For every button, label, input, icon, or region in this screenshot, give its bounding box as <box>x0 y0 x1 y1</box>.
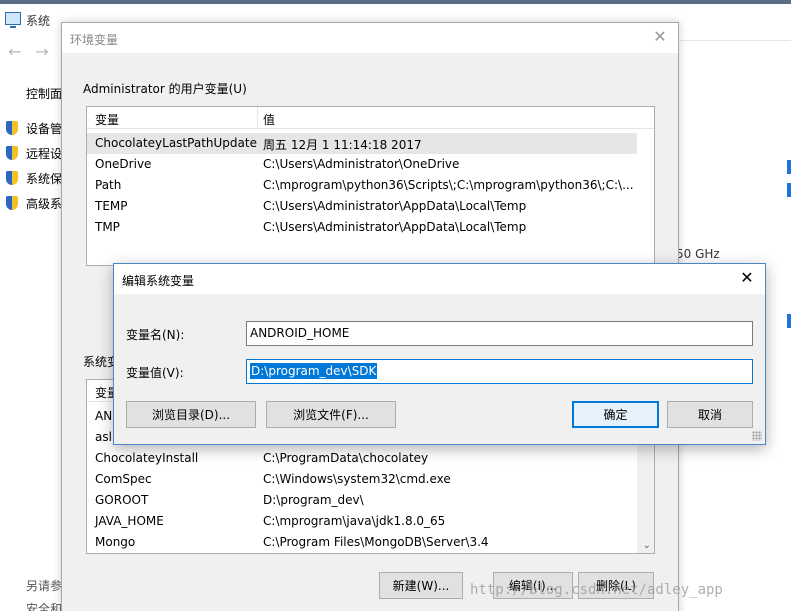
table-row[interactable]: ComSpec C:\Windows\system32\cmd.exe <box>87 469 654 490</box>
var-value: C:\Users\Administrator\AppData\Local\Tem… <box>263 199 527 213</box>
var-value: C:\mprogram\python36\Scripts\;C:\mprogra… <box>263 178 634 192</box>
var-name: GOROOT <box>95 493 149 507</box>
forward-arrow-icon[interactable]: → <box>35 42 62 61</box>
see-also-heading: 另请参 <box>26 579 63 593</box>
sidebar-item-label: 高级系 <box>26 196 63 211</box>
var-name: ChocolateyInstall <box>95 451 199 465</box>
scroll-down-icon[interactable]: ⌄ <box>643 540 651 551</box>
list-header: 变量 值 <box>87 107 654 129</box>
table-row[interactable]: OneDrive C:\Users\Administrator\OneDrive <box>87 154 654 175</box>
accent-bar <box>787 183 791 197</box>
close-icon[interactable]: ✕ <box>650 27 670 46</box>
var-value: C:\Program Files\MongoDB\Server\3.4 <box>263 535 489 549</box>
sidebar-item-advanced-settings[interactable]: 高级系 <box>4 193 62 213</box>
resize-grip-icon[interactable] <box>752 431 762 441</box>
sidebar-item-label: 系统保 <box>26 171 63 186</box>
edit-dialog-title: 编辑系统变量 <box>122 274 195 288</box>
table-row[interactable]: JAVA_HOME C:\mprogram\java\jdk1.8.0_65 <box>87 511 654 532</box>
var-name: Mongo <box>95 535 136 549</box>
ok-button[interactable]: 确定 <box>572 401 659 428</box>
control-panel-link[interactable]: 控制面 <box>26 85 62 102</box>
sidebar-item-device-manager[interactable]: 设备管 <box>4 118 62 138</box>
browse-directory-button[interactable]: 浏览目录(D)... <box>126 401 256 428</box>
var-name: ComSpec <box>95 472 152 486</box>
var-name: asl <box>95 430 112 444</box>
accent-bar <box>787 160 791 174</box>
shield-icon <box>4 145 20 161</box>
cpu-speed-text: 50 GHz <box>676 247 720 261</box>
var-value: D:\program_dev\ <box>263 493 364 507</box>
variable-name-value: ANDROID_HOME <box>250 326 350 340</box>
accent-bar <box>787 314 791 328</box>
column-divider[interactable] <box>257 107 258 129</box>
var-value: C:\Windows\system32\cmd.exe <box>263 472 451 486</box>
cancel-button[interactable]: 取消 <box>667 401 753 428</box>
var-value: C:\Users\Administrator\AppData\Local\Tem… <box>263 220 527 234</box>
sidebar-item-label: 设备管 <box>26 121 63 136</box>
table-row[interactable]: TEMP C:\Users\Administrator\AppData\Loca… <box>87 196 654 217</box>
sidebar-item-system-protection[interactable]: 系统保 <box>4 168 62 188</box>
edit-system-variable-dialog: 编辑系统变量 ✕ 变量名(N): ANDROID_HOME 变量值(V): D:… <box>113 263 766 445</box>
computer-icon <box>5 12 21 28</box>
var-value: C:\ProgramData\chocolatey <box>263 451 429 465</box>
table-row[interactable]: ChocolateyLastPathUpdate 周五 12月 1 11:14:… <box>87 133 637 154</box>
address-bar-divider <box>678 40 791 41</box>
column-header-value[interactable]: 值 <box>263 111 275 128</box>
back-arrow-icon[interactable]: ← <box>8 42 35 61</box>
new-button[interactable]: 新建(W)... <box>379 572 463 599</box>
browse-file-button[interactable]: 浏览文件(F)... <box>266 401 396 428</box>
var-name: TEMP <box>95 199 128 213</box>
var-name: OneDrive <box>95 157 152 171</box>
variable-name-label: 变量名(N): <box>126 328 185 342</box>
table-row[interactable]: Path C:\mprogram\python36\Scripts\;C:\mp… <box>87 175 654 196</box>
system-title: 系统 <box>26 14 51 28</box>
sidebar-item-label: 远程设 <box>26 146 63 161</box>
column-header-variable[interactable]: 变量 <box>95 111 119 128</box>
shield-icon <box>4 170 20 186</box>
var-value: C:\Users\Administrator\OneDrive <box>263 157 460 171</box>
var-name: Path <box>95 178 122 192</box>
var-name: JAVA_HOME <box>95 514 164 528</box>
user-variables-label: Administrator 的用户变量(U) <box>83 82 247 96</box>
shield-icon <box>4 120 20 136</box>
env-titlebar: 环境变量 ✕ <box>62 23 678 53</box>
nav-arrows[interactable]: ←→ <box>8 42 63 61</box>
variable-name-field[interactable]: ANDROID_HOME <box>246 321 753 346</box>
security-link[interactable]: 安全和 <box>26 600 62 611</box>
close-icon[interactable]: ✕ <box>737 268 757 287</box>
table-row[interactable]: Mongo C:\Program Files\MongoDB\Server\3.… <box>87 532 654 553</box>
env-dialog-title: 环境变量 <box>70 33 119 47</box>
variable-value-field[interactable]: D:\program_dev\SDK <box>246 359 753 384</box>
var-name: TMP <box>95 220 120 234</box>
var-value: 周五 12月 1 11:14:18 2017 <box>263 138 422 152</box>
edit-titlebar: 编辑系统变量 ✕ <box>114 264 765 294</box>
table-row[interactable]: ChocolateyInstall C:\ProgramData\chocola… <box>87 448 654 469</box>
variable-value-label: 变量值(V): <box>126 366 184 380</box>
table-row[interactable]: GOROOT D:\program_dev\ <box>87 490 654 511</box>
table-row[interactable]: TMP C:\Users\Administrator\AppData\Local… <box>87 217 654 238</box>
watermark: http://blog.csdn.net/adley_app <box>470 582 723 598</box>
variable-value-text: D:\program_dev\SDK <box>250 363 378 379</box>
user-variables-list[interactable]: 变量 值 ChocolateyLastPathUpdate 周五 12月 1 1… <box>86 106 655 266</box>
shield-icon <box>4 195 20 211</box>
var-name: AN <box>95 409 113 423</box>
var-name: ChocolateyLastPathUpdate <box>95 136 257 150</box>
sidebar-item-remote-settings[interactable]: 远程设 <box>4 143 62 163</box>
var-value: C:\mprogram\java\jdk1.8.0_65 <box>263 514 446 528</box>
